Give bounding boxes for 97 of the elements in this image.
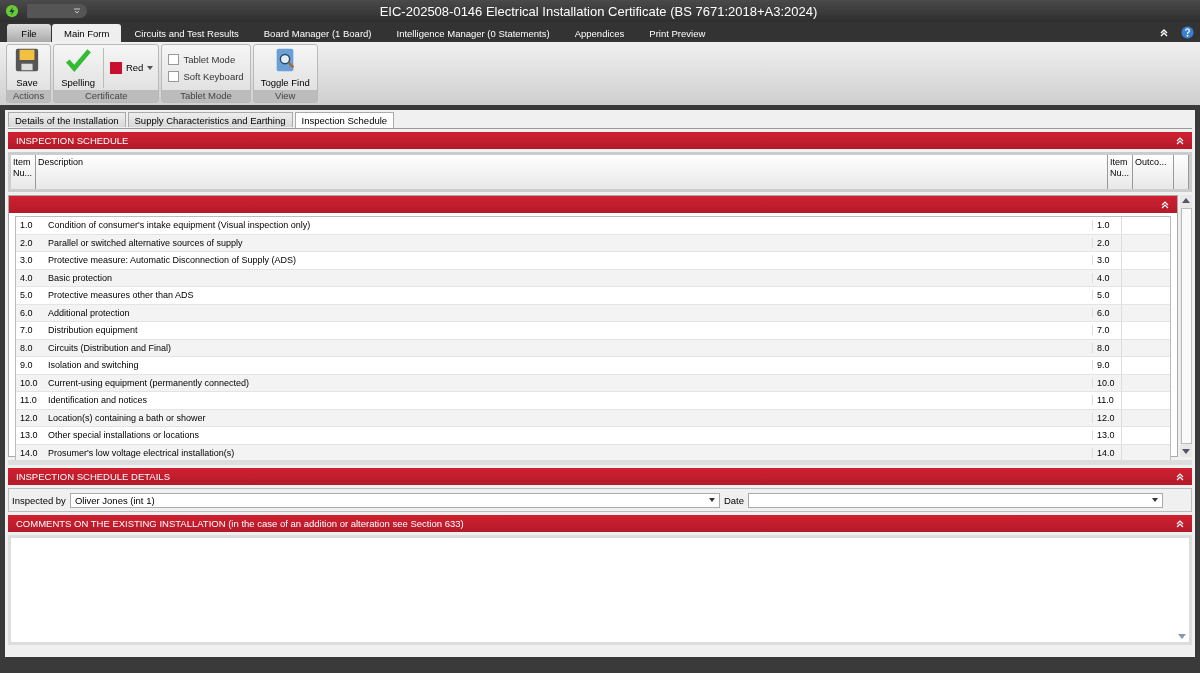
ribbon-tab[interactable]: Intelligence Manager (0 Statements) [384,24,562,42]
table-cell: 13.0 [1092,430,1121,441]
group-label: Tablet Mode [162,90,250,102]
table-cell-text: 2.0 [19,237,34,248]
table-cell: 7.0 [1092,325,1121,336]
table-cell-text: Parallel or switched alternative sources of supply [47,237,244,248]
table-cell: 10.0 [1092,377,1121,388]
caret-icon [708,498,715,502]
form-tab[interactable]: Inspection Schedule [294,112,395,128]
group-label: Actions [7,90,51,102]
table-row[interactable]: 11.0 Identification and notices 11.0 [16,392,1170,410]
table-cell: 11.0 [1092,395,1121,406]
color-dropdown[interactable]: Red [107,61,156,74]
table-cell: 9.0 [1092,360,1121,371]
column-header[interactable]: Description [36,155,1108,189]
collapse-icon[interactable] [1176,136,1184,145]
field-label: Date [723,494,744,506]
column-header[interactable]: Outco... [1133,155,1174,189]
table-cell-text: Condition of consumer's intake equipment (Visual inspection only) [47,220,312,231]
help-icon[interactable] [1181,26,1194,39]
table-cell: 8.0 [1092,342,1121,353]
scroll-down-icon[interactable] [1178,634,1186,639]
toggle-find-button[interactable]: Toggle Find [256,45,314,90]
caret-icon [1151,498,1158,502]
form-tab[interactable]: Supply Characteristics and Earthing [127,112,293,127]
app-logo-icon[interactable] [5,4,19,18]
checkbox[interactable]: Tablet Mode [165,53,239,65]
scroll-up-icon[interactable] [1182,198,1190,203]
ribbon-tab[interactable]: Board Manager (1 Board) [251,24,384,42]
table-row[interactable]: 1.0 Condition of consumer's intake equipment (Visual inspection only) 1.0 [16,217,1170,235]
table-cell-text: Current-using equipment (permanently connected) [47,377,251,388]
ribbon-tab[interactable]: Appendices [562,24,637,42]
table-cell-text: Circuits (Distribution and Final) [47,342,173,353]
table-cell-text: 11.0 [19,395,38,406]
collapse-icon[interactable] [1161,200,1169,209]
spelling-button[interactable]: Spelling [57,45,99,90]
ribbon-tab[interactable]: Circuits and Test Results [122,24,251,42]
table-row[interactable]: 9.0 Isolation and switching 9.0 [16,357,1170,375]
table-cell: 2.0 [1092,237,1121,248]
spell-check-icon [65,47,92,73]
table-cell-text: 3.0 [19,255,34,266]
table-cell-text: 1.0 [19,220,34,231]
table-cell: 3.0 [1092,255,1121,266]
table-cell-text: Other special installations or locations [47,430,201,441]
table-cell: 5.0 [1092,290,1121,301]
table-cell: 1.0 [1092,220,1121,231]
table-cell-text: Distribution equipment [47,325,139,336]
table-cell-text: Additional protection [47,307,131,318]
splitter-handle[interactable] [8,460,1192,465]
section-header[interactable]: INSPECTION SCHEDULE DETAILS [8,468,1192,485]
field-label: Inspected by [12,494,66,506]
table-cell: 14.0 [1092,447,1121,458]
window-title: EIC-202508-0146 Electrical Installation Certificate (BS 7671:2018+A3:2024) [378,3,819,19]
table-cell-text: Prosumer's low voltage electrical installation(s) [47,447,236,458]
vertical-scrollbar[interactable] [1180,195,1192,457]
group-label: Certificate [54,90,159,102]
caret-icon [147,65,154,70]
table-row[interactable]: 7.0 Distribution equipment 7.0 [16,322,1170,340]
table-cell: 4.0 [1092,272,1121,283]
table-cell-text: Isolation and switching [47,360,140,371]
ribbon-tab[interactable]: File [7,24,51,42]
table-cell-text: 9.0 [19,360,34,371]
table-cell-text: Protective measure: Automatic Disconnection of Supply (ADS) [47,255,298,266]
table-cell: 6.0 [1092,307,1121,318]
save-button[interactable]: Save [10,45,44,90]
table-cell-text: Protective measures other than ADS [47,290,195,301]
column-header[interactable]: Item Nu... [1108,155,1133,189]
section-header[interactable]: INSPECTION SCHEDULE [8,132,1192,149]
collapse-icon[interactable] [1176,519,1184,528]
group-label: View [253,90,317,102]
table-cell-text: 7.0 [19,325,34,336]
table-cell-text: 13.0 [19,430,39,441]
inspector-dropdown[interactable]: Oliver Jones (int 1) [69,492,720,508]
table-cell-text: 8.0 [19,342,34,353]
table-cell-text: 12.0 [19,412,39,423]
collapse-ribbon-icon[interactable] [1159,28,1169,38]
collapse-icon[interactable] [1176,472,1184,481]
table-cell-text: 10.0 [19,377,39,388]
ribbon-tab[interactable]: Print Preview [637,24,718,42]
table-row[interactable]: 3.0 Protective measure: Automatic Disconnection of Supply (ADS) 3.0 [16,252,1170,270]
column-header[interactable]: Item Nu... [11,155,36,189]
table-cell-text: 6.0 [19,307,34,318]
section-header[interactable]: COMMENTS ON THE EXISTING INSTALLATION (in the case of an addition or alteration see Section 633) [8,515,1192,532]
caret-icon [73,8,81,14]
table-cell-text: Identification and notices [47,395,149,406]
scroll-down-icon[interactable] [1182,449,1190,454]
checkbox[interactable]: Soft Keyboard [165,70,247,82]
table-row[interactable]: 5.0 Protective measures other than ADS 5.0 [16,287,1170,305]
table-cell-text: Location(s) containing a bath or shower [47,412,207,423]
table-cell-text: Basic protection [47,272,114,283]
table-cell-text: 4.0 [19,272,34,283]
table-row[interactable]: 13.0 Other special installations or locations 13.0 [16,427,1170,445]
table-cell: 12.0 [1092,412,1121,423]
ribbon-tab[interactable]: Main Form [52,24,122,42]
table-cell-text: 14.0 [19,447,39,458]
table-cell-text: 5.0 [19,290,34,301]
form-tab[interactable]: Details of the Installation [8,112,126,127]
